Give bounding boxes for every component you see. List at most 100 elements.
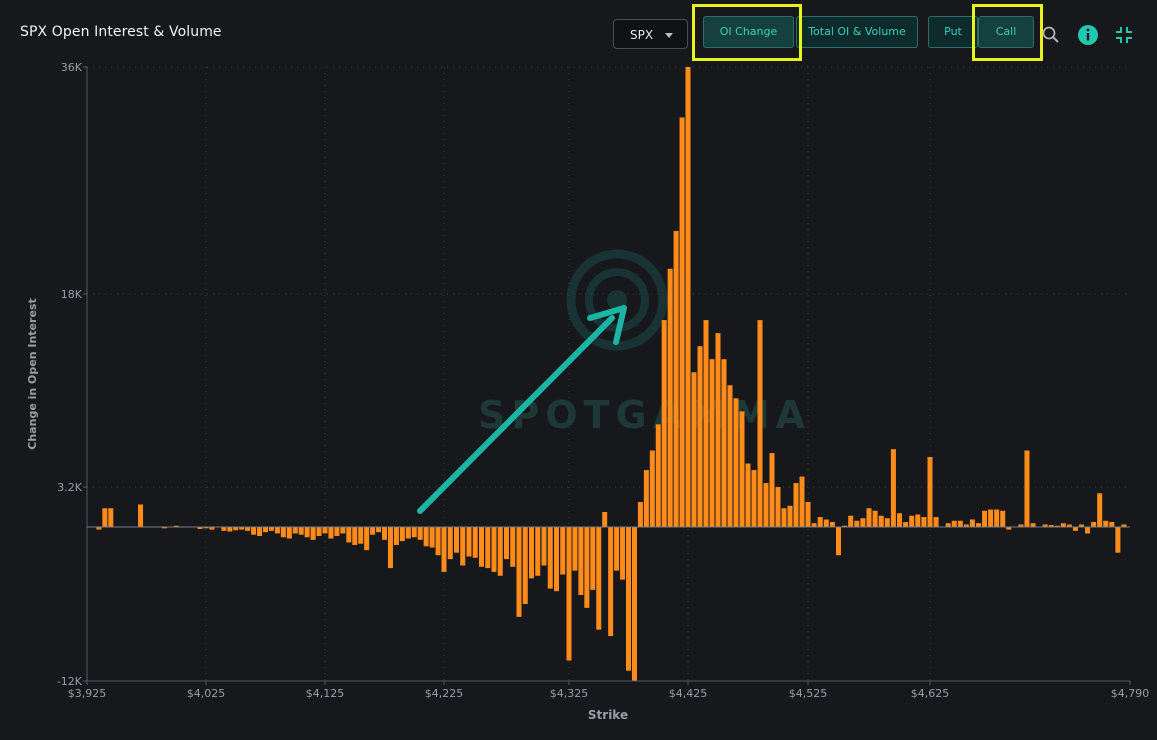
bar [884, 518, 890, 527]
bar [387, 527, 393, 569]
bar [787, 505, 793, 527]
bar [1103, 520, 1109, 527]
bar [811, 523, 817, 527]
bar [510, 527, 516, 567]
y-axis-title: Change in Open Interest [26, 298, 39, 449]
bar [872, 510, 878, 527]
bar [292, 527, 298, 534]
bar [897, 513, 902, 527]
bar [921, 517, 927, 527]
x-tick-label: $4,025 [187, 687, 226, 700]
bar [878, 515, 884, 527]
bar [903, 522, 909, 527]
bar [988, 509, 994, 527]
bar [221, 527, 227, 531]
bar [485, 527, 491, 569]
bar [691, 372, 697, 527]
bar [504, 527, 509, 560]
bar [1000, 510, 1006, 527]
bar [805, 502, 811, 527]
bar [757, 320, 763, 527]
bar [994, 509, 1000, 527]
bar [566, 527, 572, 661]
bar [257, 527, 263, 536]
bar [769, 453, 775, 527]
bar [685, 67, 691, 527]
bar [775, 487, 781, 527]
bar [608, 527, 614, 637]
bar [1091, 522, 1097, 527]
bar [447, 527, 453, 560]
bar [620, 527, 626, 580]
bar [1109, 522, 1115, 527]
bar [951, 520, 957, 527]
bar [643, 470, 649, 527]
bar [435, 527, 441, 556]
bar [310, 527, 316, 540]
bar [554, 527, 559, 592]
bar [969, 519, 975, 527]
bar [673, 230, 679, 527]
bar [715, 333, 721, 527]
bar [1085, 527, 1091, 534]
bar [382, 527, 387, 540]
x-tick-label: $4,125 [306, 687, 345, 700]
bar [836, 527, 841, 556]
bar [584, 527, 590, 608]
bar [547, 527, 553, 589]
bar [909, 515, 915, 527]
bar [268, 527, 274, 531]
bar [411, 527, 417, 538]
bar [614, 527, 620, 571]
x-tick-label: $4,325 [550, 687, 589, 700]
bar [328, 527, 334, 539]
bar [793, 483, 799, 527]
bar [854, 520, 860, 527]
x-tick-label: $4,225 [425, 687, 464, 700]
bar [529, 527, 534, 579]
bar [667, 268, 673, 527]
bar [933, 517, 939, 527]
bar [751, 470, 757, 527]
bar [454, 527, 459, 553]
bar [1097, 493, 1103, 527]
bar [596, 527, 602, 630]
y-tick-label: 18K [61, 288, 83, 301]
bar [535, 527, 541, 576]
bar [108, 508, 114, 527]
bar [102, 508, 108, 527]
y-tick-label: 36K [61, 61, 83, 74]
bar [572, 527, 578, 571]
bar [982, 510, 988, 527]
bar [364, 527, 370, 551]
y-tick-label: 3.2K [57, 481, 82, 494]
bar [823, 519, 829, 527]
bar [829, 522, 835, 527]
bar [280, 527, 286, 538]
bar [655, 424, 661, 527]
bar [358, 527, 364, 544]
bar [441, 527, 447, 572]
bar [417, 527, 423, 540]
bar [286, 527, 292, 539]
bar [697, 346, 703, 527]
bar [1115, 527, 1121, 553]
bar [661, 320, 667, 527]
bar [304, 527, 310, 538]
bar [298, 527, 304, 535]
bar [733, 398, 739, 527]
bar [590, 527, 596, 590]
bar [274, 527, 280, 534]
bar [370, 527, 376, 535]
bar [352, 527, 358, 545]
bar [799, 476, 805, 527]
bar [637, 502, 643, 527]
bar [376, 527, 382, 533]
bar [1030, 523, 1036, 527]
bar [516, 527, 522, 617]
bar [957, 520, 963, 527]
x-tick-label: $4,525 [789, 687, 828, 700]
bar [679, 117, 685, 527]
bar [393, 527, 399, 545]
x-tick-label: $4,625 [911, 687, 950, 700]
